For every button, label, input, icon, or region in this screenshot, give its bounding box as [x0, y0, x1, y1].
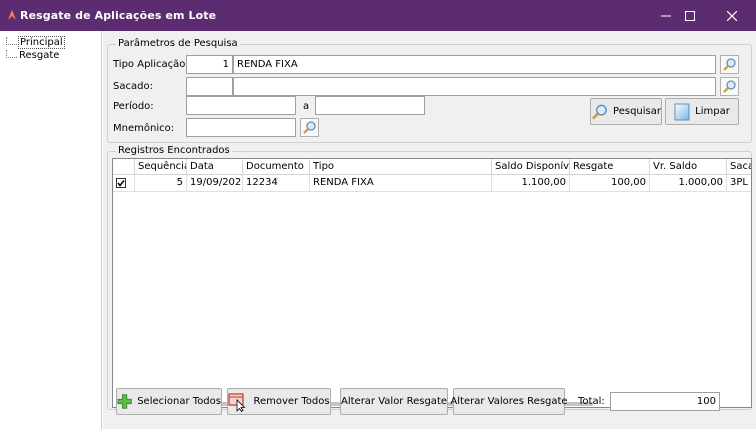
- navigation-tree: Principal Resgate: [0, 31, 102, 429]
- sacado-code-input[interactable]: [186, 77, 233, 96]
- tipo-aplicacao-code-input[interactable]: 1: [186, 55, 233, 74]
- cell-tipo: RENDA FIXA: [310, 175, 492, 192]
- title-bar: Resgate de Aplicações em Lote: [0, 0, 756, 31]
- alterar-valores-resgate-label: Alterar Valores Resgate: [450, 396, 568, 407]
- close-icon: [727, 10, 737, 21]
- selecionar-todos-label: Selecionar Todos: [137, 396, 221, 407]
- maximize-icon: [685, 10, 695, 21]
- magnifier-icon: [723, 58, 736, 71]
- column-header-vr-saldo[interactable]: Vr. Saldo: [650, 159, 727, 175]
- main-panel: Parâmetros de Pesquisa Tipo Aplicação: 1…: [103, 31, 756, 429]
- results-legend: Registros Encontrados: [116, 145, 232, 156]
- selecionar-todos-button[interactable]: Selecionar Todos: [116, 388, 222, 415]
- pesquisar-button[interactable]: Pesquisar: [590, 98, 662, 125]
- cell-vr-saldo: 1.000,00: [650, 175, 727, 192]
- limpar-label: Limpar: [695, 106, 730, 117]
- column-header-documento[interactable]: Documento: [243, 159, 310, 175]
- remove-cursor-icon: [228, 392, 246, 412]
- close-button[interactable]: [714, 0, 750, 31]
- add-plus-icon: [117, 394, 132, 409]
- window-title: Resgate de Aplicações em Lote: [20, 9, 217, 22]
- search-parameters-legend: Parâmetros de Pesquisa: [116, 38, 240, 49]
- results-grid: Sequência Data Documento Tipo Saldo Disp…: [112, 158, 752, 408]
- column-header-select[interactable]: [113, 159, 135, 175]
- cell-sequencia: 5: [135, 175, 187, 192]
- mnemonico-lookup-button[interactable]: [300, 118, 319, 137]
- tree-connector: [6, 37, 17, 45]
- column-header-sacado[interactable]: Saca: [727, 159, 751, 175]
- total-label: Total:: [578, 396, 605, 407]
- cell-documento: 12234: [243, 175, 310, 192]
- magnifier-icon: [723, 80, 736, 93]
- pesquisar-label: Pesquisar: [613, 106, 661, 117]
- table-row[interactable]: 5 19/09/2025 12234 RENDA FIXA 1.100,00 1…: [113, 175, 751, 192]
- periodo-separator: a: [303, 101, 310, 112]
- cell-saldo-disponivel: 1.100,00: [492, 175, 570, 192]
- maximize-button[interactable]: [672, 0, 708, 31]
- remover-todos-button[interactable]: Remover Todos: [227, 388, 331, 415]
- cell-data: 19/09/2025: [187, 175, 243, 192]
- row-checkbox[interactable]: [116, 178, 126, 188]
- mnemonico-label: Mnemônico:: [113, 123, 175, 134]
- tipo-aplicacao-label: Tipo Aplicação:: [113, 59, 189, 70]
- column-header-resgate[interactable]: Resgate: [570, 159, 650, 175]
- sacado-lookup-button[interactable]: [720, 77, 739, 96]
- remover-todos-label: Remover Todos: [253, 396, 330, 407]
- magnifier-icon: [592, 104, 607, 119]
- checkmark-icon: [117, 180, 125, 187]
- tree-item-principal[interactable]: Principal: [6, 36, 65, 49]
- mnemonico-input[interactable]: [186, 118, 296, 137]
- tipo-aplicacao-description-field[interactable]: RENDA FIXA: [233, 55, 716, 74]
- app-logo-icon: [6, 9, 18, 21]
- alterar-valor-resgate-label: Alterar Valor Resgate: [341, 396, 448, 407]
- column-header-saldo-disponivel[interactable]: Saldo Disponível: [492, 159, 570, 175]
- limpar-button[interactable]: Limpar: [665, 98, 739, 125]
- cell-resgate: 100,00: [570, 175, 650, 192]
- minimize-icon: [661, 15, 671, 16]
- alterar-valores-resgate-button[interactable]: Alterar Valores Resgate: [450, 388, 568, 415]
- clear-page-icon: [674, 103, 690, 120]
- column-header-tipo[interactable]: Tipo: [310, 159, 492, 175]
- tree-connector: [6, 50, 17, 58]
- column-header-data[interactable]: Data: [187, 159, 243, 175]
- tree-item-resgate[interactable]: Resgate: [6, 49, 60, 62]
- magnifier-icon: [303, 121, 316, 134]
- periodo-to-input[interactable]: [315, 96, 425, 115]
- sacado-label: Sacado:: [113, 81, 153, 92]
- row-select-cell[interactable]: [113, 175, 135, 192]
- alterar-valor-resgate-button[interactable]: Alterar Valor Resgate: [340, 388, 448, 415]
- periodo-from-input[interactable]: [186, 96, 296, 115]
- sacado-description-field[interactable]: [233, 77, 716, 96]
- tipo-aplicacao-lookup-button[interactable]: [720, 55, 739, 74]
- periodo-label: Período:: [113, 101, 154, 112]
- tree-item-label: Principal: [18, 36, 65, 49]
- total-value-field: 100: [610, 392, 720, 411]
- column-header-sequencia[interactable]: Sequência: [135, 159, 187, 175]
- cell-sacado: 3PL: [727, 175, 751, 192]
- tree-item-label: Resgate: [19, 50, 60, 61]
- grid-header: Sequência Data Documento Tipo Saldo Disp…: [113, 159, 751, 175]
